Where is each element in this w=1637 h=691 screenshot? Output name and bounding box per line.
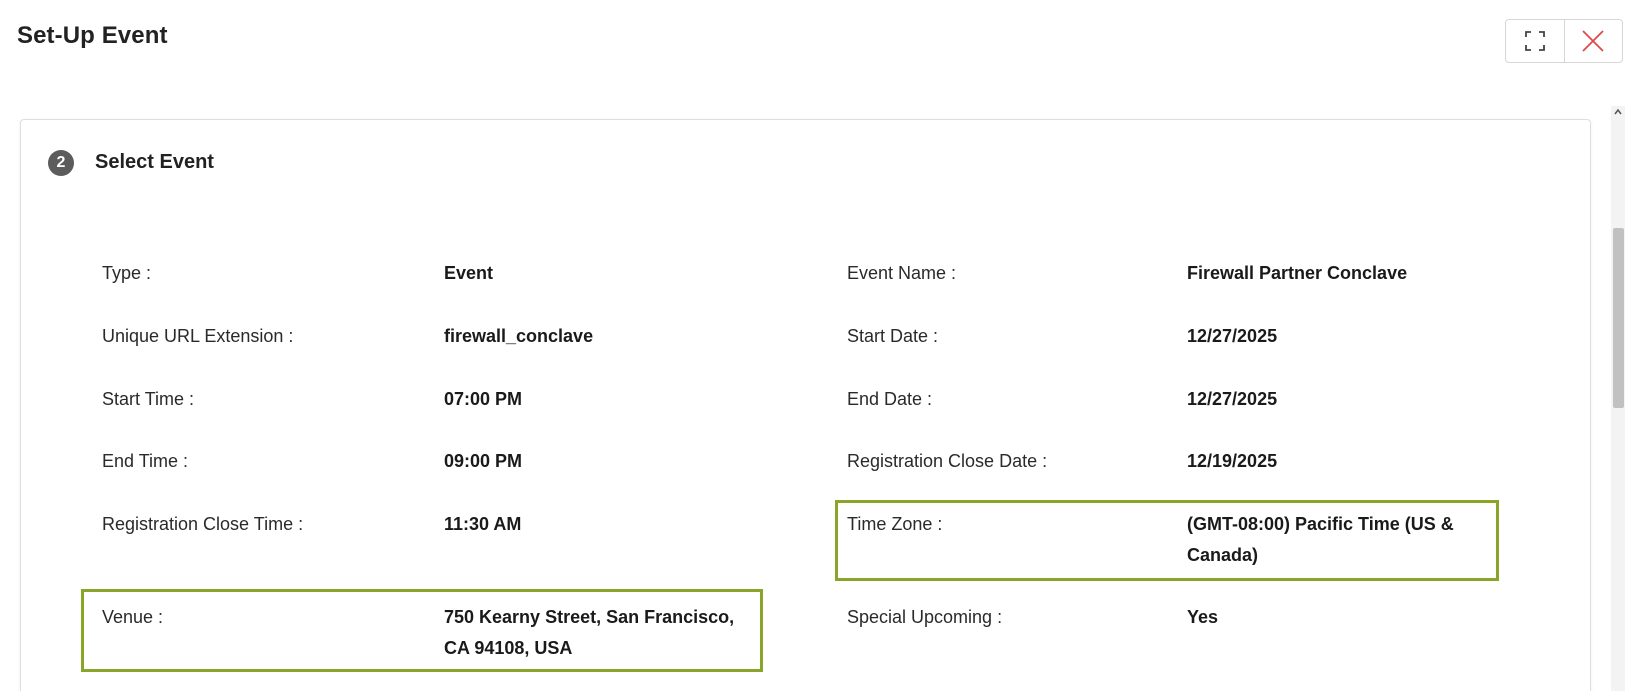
end-date-label: End Date : — [847, 389, 933, 409]
special-upcoming-value: Yes — [1187, 607, 1219, 627]
end-time-value: 09:00 PM — [444, 451, 523, 471]
step-number-badge: 2 — [48, 150, 74, 176]
event-name-label: Event Name : — [847, 263, 957, 283]
modal-title: Set-Up Event — [17, 22, 168, 49]
time-zone-label: Time Zone : — [847, 514, 943, 534]
venue-value-line1: 750 Kearny Street, San Francisco, — [444, 607, 735, 627]
registration-close-time-value: 11:30 AM — [444, 514, 522, 534]
registration-close-date-label: Registration Close Date : — [847, 451, 1048, 471]
unique-url-extension-label: Unique URL Extension : — [102, 326, 294, 346]
venue-value-line2: CA 94108, USA — [444, 638, 573, 658]
time-zone-value-line2: Canada) — [1187, 545, 1259, 565]
close-button[interactable] — [1563, 20, 1623, 62]
step-title: Select Event — [95, 151, 214, 173]
time-zone-value-line1: (GMT-08:00) Pacific Time (US & — [1187, 514, 1454, 534]
type-value: Event — [444, 263, 494, 283]
unique-url-extension-value: firewall_conclave — [444, 326, 594, 346]
start-time-value: 07:00 PM — [444, 389, 523, 409]
expand-button[interactable] — [1506, 20, 1564, 62]
start-time-label: Start Time : — [102, 389, 195, 409]
select-event-card: 2 Select Event Type : Event Unique URL E… — [20, 119, 1591, 691]
venue-label: Venue : — [102, 607, 164, 627]
scroll-up-arrow-icon[interactable] — [1614, 108, 1622, 116]
start-date-value: 12/27/2025 — [1187, 326, 1278, 346]
close-icon — [1582, 30, 1604, 52]
end-time-label: End Time : — [102, 451, 189, 471]
special-upcoming-label: Special Upcoming : — [847, 607, 1003, 627]
expand-icon — [1524, 31, 1545, 51]
window-controls — [1505, 19, 1623, 63]
end-date-value: 12/27/2025 — [1187, 389, 1278, 409]
start-date-label: Start Date : — [847, 326, 939, 346]
type-label: Type : — [102, 263, 152, 283]
scrollbar-thumb[interactable] — [1613, 228, 1624, 408]
set-up-event-modal: Set-Up Event 2 Select Event Type : Event… — [0, 0, 1637, 691]
registration-close-time-label: Registration Close Time : — [102, 514, 304, 534]
event-name-value: Firewall Partner Conclave — [1187, 263, 1408, 283]
registration-close-date-value: 12/19/2025 — [1187, 451, 1278, 471]
